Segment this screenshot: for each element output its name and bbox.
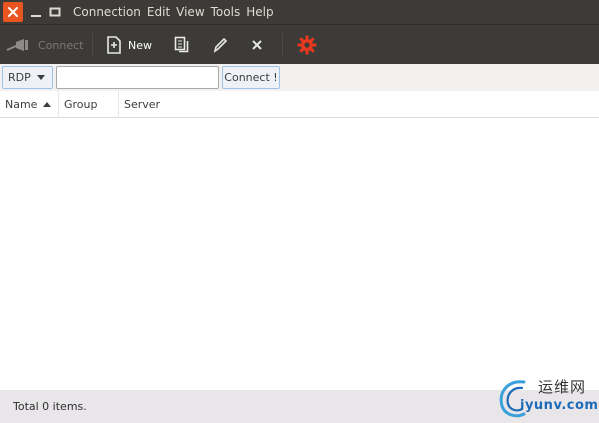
watermark-en-text: iyunv.com	[520, 398, 599, 413]
gear-icon	[297, 35, 317, 55]
new-document-icon	[107, 36, 121, 54]
connection-list-header: Name Group Server	[0, 91, 599, 118]
protocol-select[interactable]: RDP	[2, 66, 53, 89]
menu-connection[interactable]: Connection	[70, 0, 144, 24]
close-icon	[252, 40, 262, 50]
column-header-group[interactable]: Group	[59, 91, 119, 118]
delete-toolbar-button[interactable]	[250, 25, 264, 65]
minimize-icon	[31, 15, 41, 17]
new-toolbar-label: New	[128, 38, 152, 52]
column-header-label: Group	[64, 98, 98, 111]
server-input[interactable]	[56, 66, 219, 89]
column-header-name[interactable]: Name	[0, 91, 59, 118]
menu-tools[interactable]: Tools	[208, 0, 244, 24]
copy-icon	[174, 36, 189, 53]
close-window-button[interactable]	[3, 2, 23, 22]
column-header-server[interactable]: Server	[119, 91, 599, 118]
copy-toolbar-button[interactable]	[174, 25, 190, 65]
column-header-label: Server	[124, 98, 161, 111]
watermark-cn-text: 运维网	[538, 378, 587, 396]
watermark-swirl-icon	[499, 380, 526, 418]
protocol-value: RDP	[8, 71, 31, 84]
menu-edit[interactable]: Edit	[144, 0, 173, 24]
toolbar-separator	[282, 33, 283, 57]
title-bar: Connection Edit View Tools Help	[0, 0, 599, 24]
quick-connect-button[interactable]: Connect !	[222, 66, 280, 89]
plug-icon	[6, 39, 28, 51]
minimize-window-button[interactable]	[26, 2, 46, 22]
remmina-window: Connection Edit View Tools Help Connect …	[0, 0, 599, 423]
maximize-icon	[49, 7, 61, 17]
menu-help[interactable]: Help	[243, 0, 276, 24]
connection-list[interactable]	[0, 118, 599, 390]
chevron-down-icon	[36, 75, 45, 80]
close-icon	[8, 7, 18, 17]
toolbar: Connect New	[0, 24, 599, 64]
watermark-logo: 运维网 iyunv.com	[494, 374, 599, 420]
quick-connect-bar: RDP Connect !	[0, 64, 599, 91]
connect-toolbar-label: Connect	[38, 38, 84, 52]
pencil-icon	[213, 37, 228, 53]
preferences-toolbar-button[interactable]	[297, 25, 317, 65]
menu-bar: Connection Edit View Tools Help	[70, 0, 277, 24]
sort-ascending-icon	[43, 102, 52, 107]
status-text: Total 0 items.	[13, 400, 87, 413]
column-header-label: Name	[5, 98, 38, 111]
edit-toolbar-button[interactable]	[212, 25, 228, 65]
menu-view[interactable]: View	[173, 0, 207, 24]
connect-toolbar-button[interactable]: Connect	[6, 25, 83, 65]
new-toolbar-button[interactable]: New	[106, 25, 152, 65]
toolbar-separator	[92, 33, 93, 57]
maximize-window-button[interactable]	[45, 2, 65, 22]
